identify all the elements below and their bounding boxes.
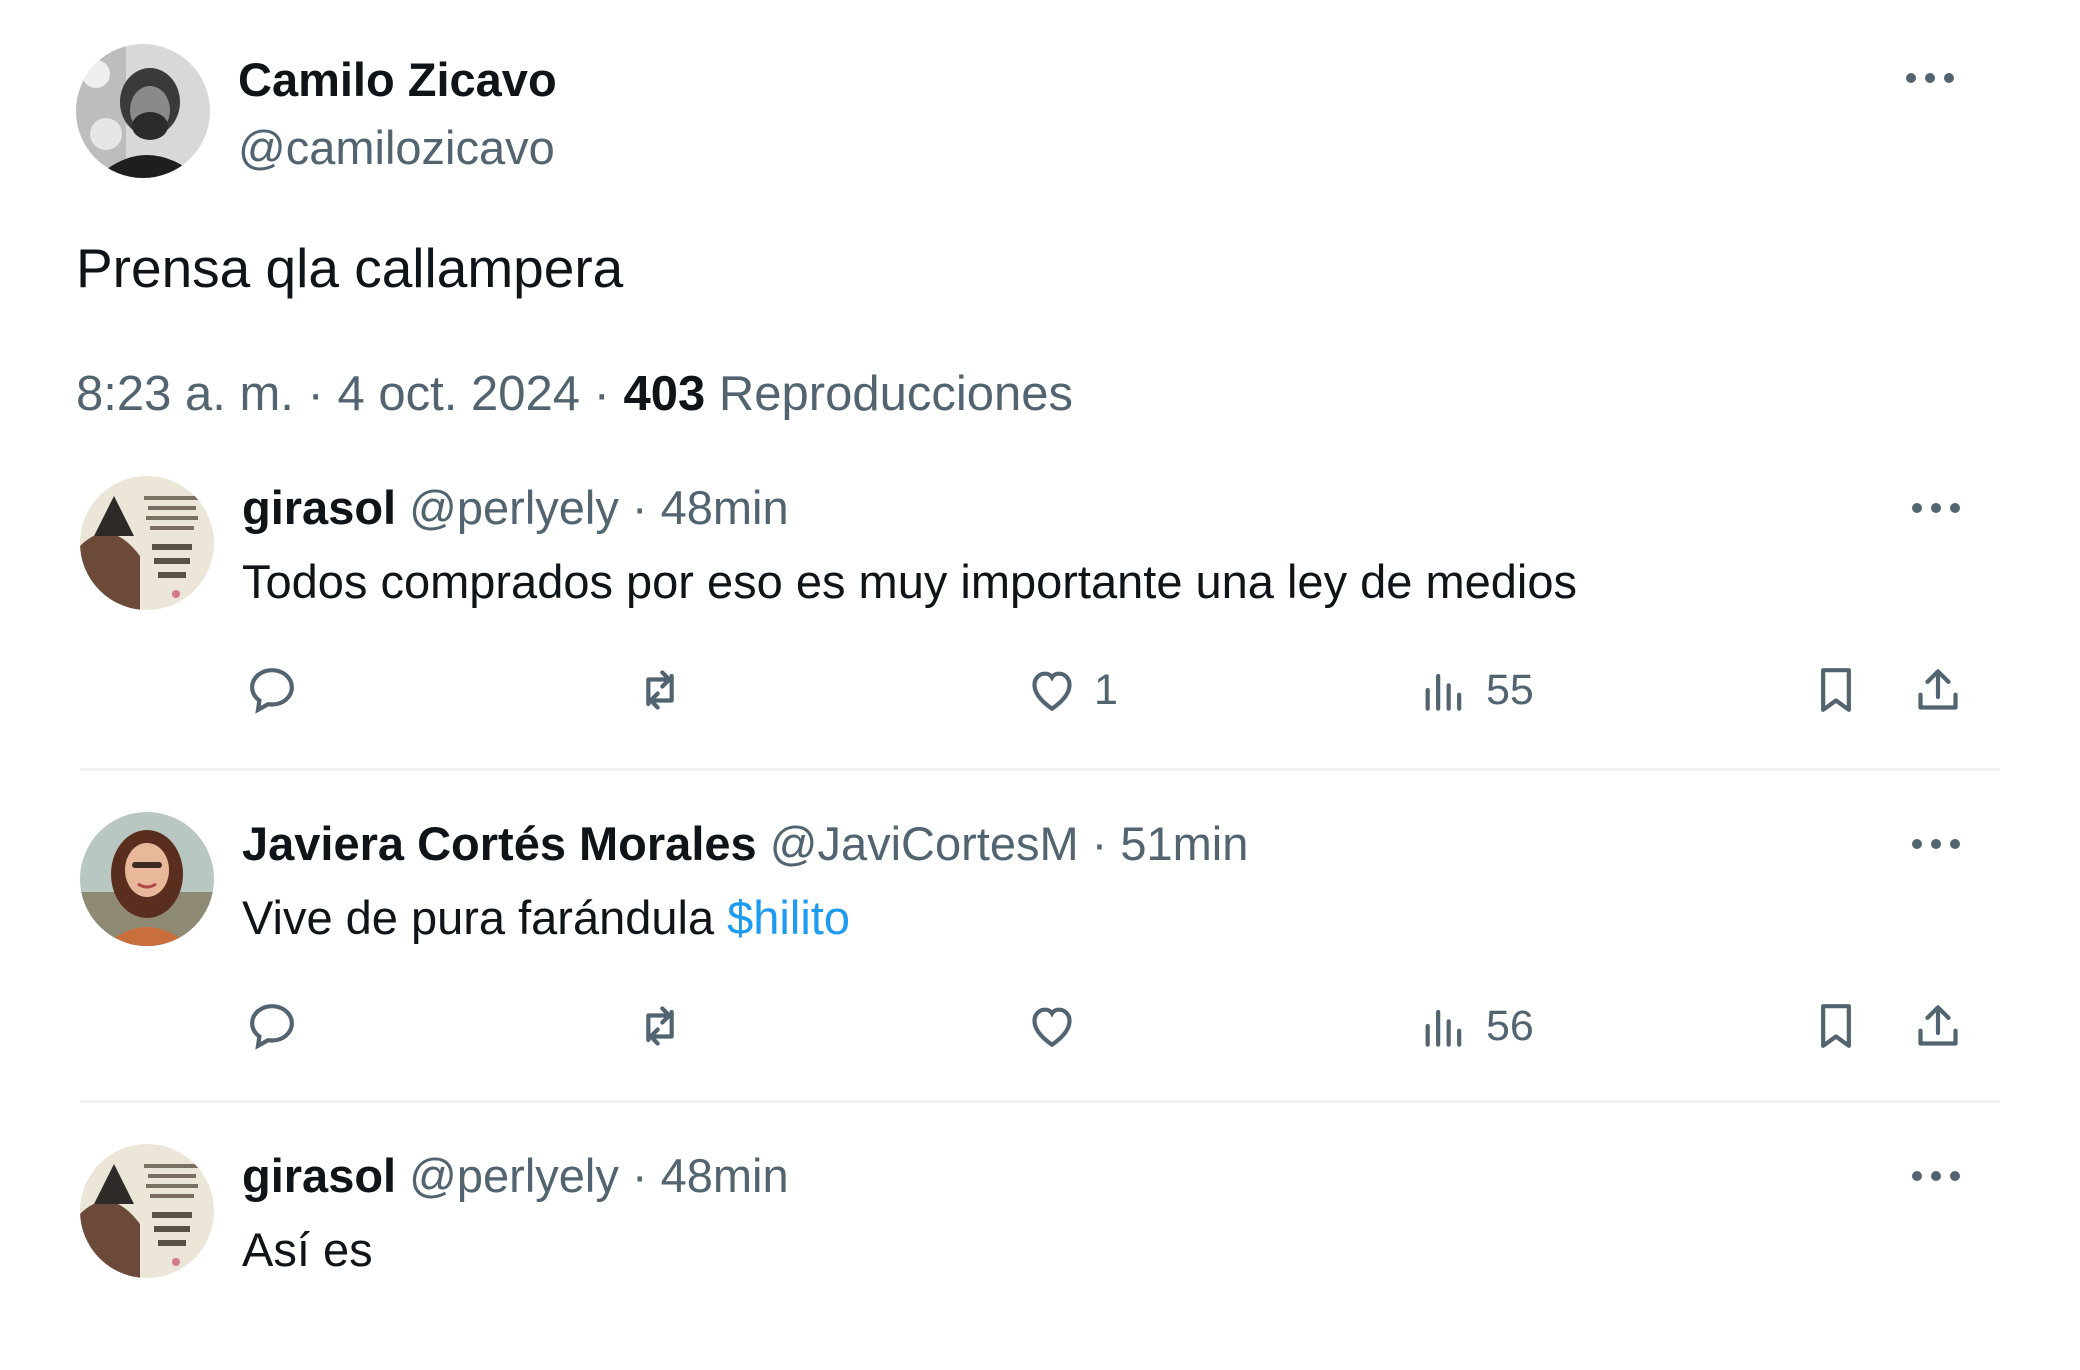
tweet-thread: Camilo Zicavo @camilozicavo Prensa qla c… bbox=[0, 0, 2080, 1370]
views-count: 56 bbox=[1486, 1001, 1534, 1050]
views-count: 55 bbox=[1486, 665, 1534, 714]
tweet-date[interactable]: 4 oct. 2024 bbox=[337, 367, 579, 421]
reply-avatar[interactable] bbox=[80, 812, 214, 946]
bookmark-icon bbox=[1821, 668, 1851, 712]
reply-icon bbox=[250, 1004, 294, 1050]
meta-separator: · bbox=[307, 367, 324, 421]
reply-author-name[interactable]: girasol bbox=[242, 481, 396, 534]
views-icon bbox=[1425, 673, 1462, 711]
reply-text-body: Así es bbox=[242, 1223, 373, 1276]
reply-button[interactable] bbox=[244, 660, 300, 720]
more-icon[interactable] bbox=[1908, 1164, 1964, 1188]
meta-separator: · bbox=[593, 367, 610, 421]
reply-time[interactable]: · 48min bbox=[632, 481, 789, 534]
like-icon bbox=[1032, 1007, 1072, 1048]
retweet-button[interactable] bbox=[632, 996, 688, 1056]
share-button[interactable] bbox=[1910, 996, 1966, 1056]
more-icon[interactable] bbox=[1908, 496, 1964, 520]
like-count: 1 bbox=[1094, 665, 1118, 714]
reply-author-handle[interactable]: @perlyely bbox=[409, 1149, 619, 1202]
reply-avatar[interactable] bbox=[80, 476, 214, 610]
author-name[interactable]: Camilo Zicavo bbox=[238, 52, 557, 108]
bookmark-button[interactable] bbox=[1808, 996, 1864, 1056]
reply-avatar[interactable] bbox=[80, 1144, 214, 1278]
reply-text: Así es bbox=[242, 1222, 373, 1278]
share-button[interactable] bbox=[1910, 660, 1966, 720]
reply-text: Vive de pura farándula $hilito bbox=[242, 890, 850, 946]
like-button[interactable] bbox=[1024, 996, 1094, 1056]
share-icon bbox=[1918, 1005, 1958, 1046]
action-bar: 56 bbox=[0, 996, 2080, 1056]
bookmark-icon bbox=[1821, 1004, 1851, 1048]
tweet-meta: 8:23 a. m. · 4 oct. 2024 · 403 Reproducc… bbox=[76, 364, 1073, 424]
reply-time[interactable]: · 51min bbox=[1092, 817, 1249, 870]
reply-author-handle[interactable]: @perlyely bbox=[409, 481, 619, 534]
action-bar: 1 55 bbox=[0, 660, 2080, 720]
reply-author-name[interactable]: girasol bbox=[242, 1149, 396, 1202]
reply-text-body: Todos comprados por eso es muy important… bbox=[242, 555, 1577, 608]
more-icon[interactable] bbox=[1908, 832, 1964, 856]
more-icon[interactable] bbox=[1902, 66, 1958, 90]
reply-header: girasol @perlyely · 48min bbox=[242, 480, 789, 536]
cashtag-link[interactable]: $hilito bbox=[727, 891, 850, 944]
reply-time[interactable]: · 48min bbox=[632, 1149, 789, 1202]
author-avatar[interactable] bbox=[76, 44, 210, 178]
tweet-time[interactable]: 8:23 a. m. bbox=[76, 367, 294, 421]
reply-text-body: Vive de pura farándula bbox=[242, 891, 728, 944]
divider bbox=[80, 768, 2000, 771]
bookmark-button[interactable] bbox=[1808, 660, 1864, 720]
tweet-text: Prensa qla callampera bbox=[76, 237, 624, 299]
reply-author-name[interactable]: Javiera Cortés Morales bbox=[242, 817, 757, 870]
reply-header: Javiera Cortés Morales @JaviCortesM · 51… bbox=[242, 816, 1248, 872]
reply-text: Todos comprados por eso es muy important… bbox=[242, 554, 1577, 610]
retweet-icon bbox=[646, 1006, 674, 1046]
like-button[interactable]: 1 bbox=[1024, 660, 1118, 720]
views-button[interactable]: 56 bbox=[1416, 996, 1534, 1056]
views-icon bbox=[1425, 1009, 1462, 1047]
reply-author-handle[interactable]: @JaviCortesM bbox=[770, 817, 1079, 870]
divider bbox=[80, 1100, 2000, 1103]
views-label: Reproducciones bbox=[718, 367, 1074, 421]
reply-icon bbox=[250, 668, 294, 714]
views-count: 403 bbox=[623, 367, 706, 421]
reply-button[interactable] bbox=[244, 996, 300, 1056]
like-icon bbox=[1032, 671, 1072, 712]
reply-header: girasol @perlyely · 48min bbox=[242, 1148, 789, 1204]
retweet-button[interactable] bbox=[632, 660, 688, 720]
retweet-icon bbox=[646, 670, 674, 710]
views-button[interactable]: 55 bbox=[1416, 660, 1534, 720]
author-handle[interactable]: @camilozicavo bbox=[238, 120, 555, 176]
share-icon bbox=[1918, 669, 1958, 710]
